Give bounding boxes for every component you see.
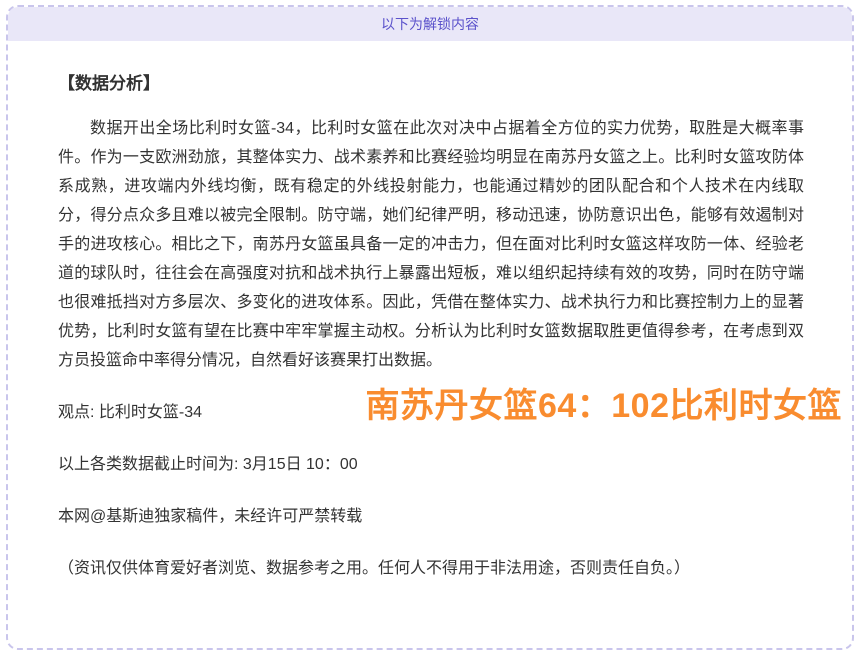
data-cutoff-note: 以上各类数据截止时间为: 3月15日 10：00 xyxy=(58,450,804,479)
copyright-note: 本网@基斯迪独家稿件，未经许可严禁转载 xyxy=(58,502,804,531)
unlocked-content-header: 以下为解锁内容 xyxy=(8,7,852,41)
viewpoint-row: 观点: 比利时女篮-34 南苏丹女篮64：102比利时女篮 xyxy=(58,388,842,427)
article-content: 【数据分析】 数据开出全场比利时女篮-34，比利时女篮在此次对决中占据着全方位的… xyxy=(8,41,852,643)
unlocked-content-title: 以下为解锁内容 xyxy=(381,16,479,32)
analysis-paragraph: 数据开出全场比利时女篮-34，比利时女篮在此次对决中占据着全方位的实力优势，取胜… xyxy=(58,114,804,375)
disclaimer-note: （资讯仅供体育爱好者浏览、数据参考之用。任何人不得用于非法用途，否则责任自负。） xyxy=(58,554,804,583)
section-heading: 【数据分析】 xyxy=(58,69,802,98)
viewpoint-text: 观点: 比利时女篮-34 xyxy=(58,398,202,427)
unlocked-content-panel: 以下为解锁内容 【数据分析】 数据开出全场比利时女篮-34，比利时女篮在此次对决… xyxy=(6,5,854,650)
score-prediction: 南苏丹女篮64：102比利时女篮 xyxy=(365,388,842,425)
